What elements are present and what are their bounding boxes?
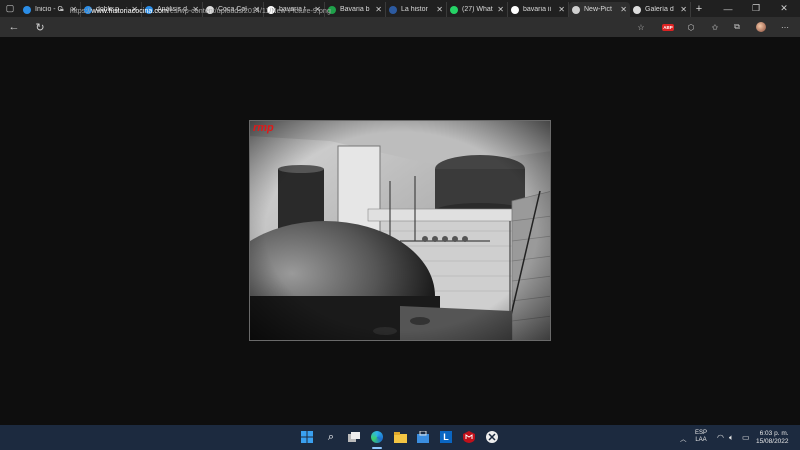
displayed-image[interactable]: rmp [249,120,551,341]
show-hidden-icons-icon[interactable]: ︿ [680,425,687,450]
tab-close-icon[interactable]: ✕ [680,5,687,14]
url-prefix: https:// [69,5,92,15]
volume-icon[interactable]: 🔈︎ [729,425,734,450]
favorite-add-icon[interactable]: ☆ [634,19,648,35]
clock-time: 6:03 p. m. [759,430,789,437]
browser-toolbar: ← ↻ [0,17,800,37]
windows-start-icon[interactable] [300,430,314,444]
mcafee-icon[interactable] [462,430,476,444]
close-window-icon[interactable]: ✕ [770,0,798,17]
favorites-icon[interactable]: ✩ [708,19,722,35]
file-explorer-icon[interactable] [393,430,407,444]
watermark-logo: rmp [253,122,274,134]
collections-icon[interactable]: ⧉ [730,19,744,35]
tab-actions-icon[interactable]: ▢ [0,0,20,17]
maximize-icon[interactable]: ❐ [742,0,770,17]
back-icon[interactable]: ← [5,18,23,36]
clock-date: 15/08/2022 [756,438,789,445]
url-host: www.historiacocina.com [91,5,169,15]
brewery-photo [250,121,550,340]
url-path: /es/wp-content/uploads/2014/11/New-Pictu… [168,5,331,15]
refresh-icon[interactable]: ↻ [31,18,49,36]
battery-icon[interactable]: ▭ [742,425,750,450]
edge-icon [23,5,31,14]
search-icon[interactable]: ⌕ [324,430,338,444]
language-indicator[interactable]: ESP LAA [695,430,707,444]
lock-icon: 🔒︎ [60,6,64,13]
linkedin-icon[interactable]: L [439,430,453,444]
address-bar[interactable]: 🔒︎ https://www.historiacocina.com/es/wp-… [56,2,656,18]
abp-label: ABP [662,23,674,31]
windows-taskbar: ⌕ L ︿ ESP LAA ◠ 🔈︎ ▭ 6:03 p. m. 15/08/20… [0,425,800,450]
active-app-indicator [372,447,382,449]
more-menu-icon[interactable]: ⋯ [778,19,792,35]
adblock-icon[interactable]: ABP [660,19,676,35]
page-viewport: rmp [0,37,800,425]
wifi-icon[interactable]: ◠ [717,425,724,450]
minimize-icon[interactable]: — [714,0,742,17]
extensions-icon[interactable]: ⬡ [684,19,698,35]
system-clock[interactable]: 6:03 p. m. 15/08/2022 [756,430,789,446]
edge-taskbar-icon[interactable] [370,430,384,444]
keyboard-layout-label: LAA [695,437,707,443]
store-icon[interactable] [416,430,430,444]
xbox-icon[interactable] [485,430,499,444]
profile-avatar[interactable] [754,19,768,35]
task-view-icon[interactable] [347,430,361,444]
new-tab-button[interactable]: + [691,3,707,15]
language-label: ESP [695,430,708,436]
